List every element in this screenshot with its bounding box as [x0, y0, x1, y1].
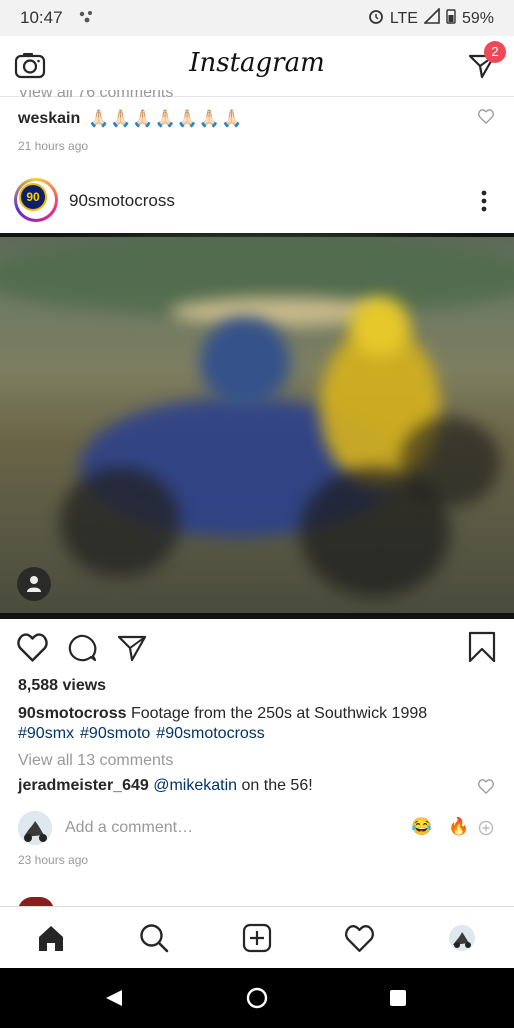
comment-username[interactable]: jeradmeister_649	[18, 777, 149, 794]
status-bar: 10:47 LTE 59%	[0, 0, 514, 36]
direct-badge: 2	[484, 41, 506, 63]
back-icon[interactable]	[104, 988, 124, 1013]
network-label: LTE	[389, 9, 418, 27]
comment-text: 🙏🏻🙏🏻🙏🏻🙏🏻🙏🏻🙏🏻🙏🏻	[88, 109, 244, 128]
bottom-nav	[0, 906, 514, 969]
activity-icon[interactable]	[344, 925, 375, 957]
battery-percent: 59%	[461, 9, 494, 27]
caption-text: Footage from the 250s at Southwick 1998	[130, 705, 428, 722]
comment-like-icon[interactable]	[478, 109, 494, 129]
post-username[interactable]: 90smotocross	[69, 191, 175, 211]
quick-emoji-fire[interactable]: 🔥	[448, 817, 469, 837]
status-right-group: LTE 59%	[368, 7, 494, 29]
caption-username[interactable]: 90smotocross	[18, 705, 127, 722]
comment-timestamp: 21 hours ago	[18, 139, 89, 153]
android-nav-bar	[0, 968, 514, 1028]
like-icon[interactable]	[17, 633, 48, 667]
hashtag-link[interactable]: #90smx	[18, 725, 74, 742]
post-caption: 90smotocross Footage from the 250s at So…	[18, 702, 498, 725]
avatar-logo: 90	[19, 183, 47, 211]
alarm-icon	[368, 8, 384, 29]
my-avatar	[18, 811, 52, 845]
app-header: Instagram 2	[0, 36, 514, 97]
profile-icon[interactable]	[449, 925, 475, 951]
hashtag-link[interactable]: #90smotocross	[156, 725, 265, 742]
comment-like-icon[interactable]	[478, 779, 494, 799]
view-count: 8,588 views	[18, 677, 107, 694]
user-tag-icon	[26, 575, 42, 598]
comment-username[interactable]: weskain	[18, 110, 80, 128]
hashtag-link[interactable]: #90smoto	[80, 725, 150, 742]
recents-icon[interactable]	[389, 989, 407, 1012]
save-icon[interactable]	[468, 631, 496, 668]
create-post-icon[interactable]	[242, 923, 272, 958]
post-video[interactable]	[0, 233, 514, 619]
home-icon[interactable]	[37, 924, 65, 957]
caption-hashtags: #90smx #90smoto #90smotocross	[18, 725, 271, 743]
comment-icon[interactable]	[67, 633, 97, 668]
add-emoji-icon[interactable]	[478, 820, 494, 841]
battery-icon	[446, 8, 456, 29]
add-comment-input[interactable]: Add a comment…	[65, 819, 193, 837]
tagged-users-button[interactable]	[17, 567, 51, 601]
comment-row: jeradmeister_649 @mikekatin on the 56!	[18, 777, 313, 795]
status-time: 10:47	[20, 8, 63, 27]
view-all-comments-link[interactable]: View all 13 comments	[18, 752, 173, 770]
more-options-icon[interactable]	[480, 190, 488, 217]
assistant-dots-icon	[78, 10, 96, 29]
post-avatar[interactable]: 90	[14, 178, 58, 222]
app-logo: Instagram	[189, 48, 325, 78]
signal-icon	[423, 7, 440, 29]
video-frame	[0, 237, 514, 613]
comment-text: on the 56!	[241, 777, 313, 794]
search-icon[interactable]	[139, 923, 169, 958]
comment-mention[interactable]: @mikekatin	[153, 777, 237, 794]
quick-emoji-laugh[interactable]: 😂	[411, 817, 432, 837]
post-timestamp: 23 hours ago	[18, 853, 89, 867]
share-icon[interactable]	[117, 634, 147, 667]
home-button-icon[interactable]	[246, 987, 268, 1014]
